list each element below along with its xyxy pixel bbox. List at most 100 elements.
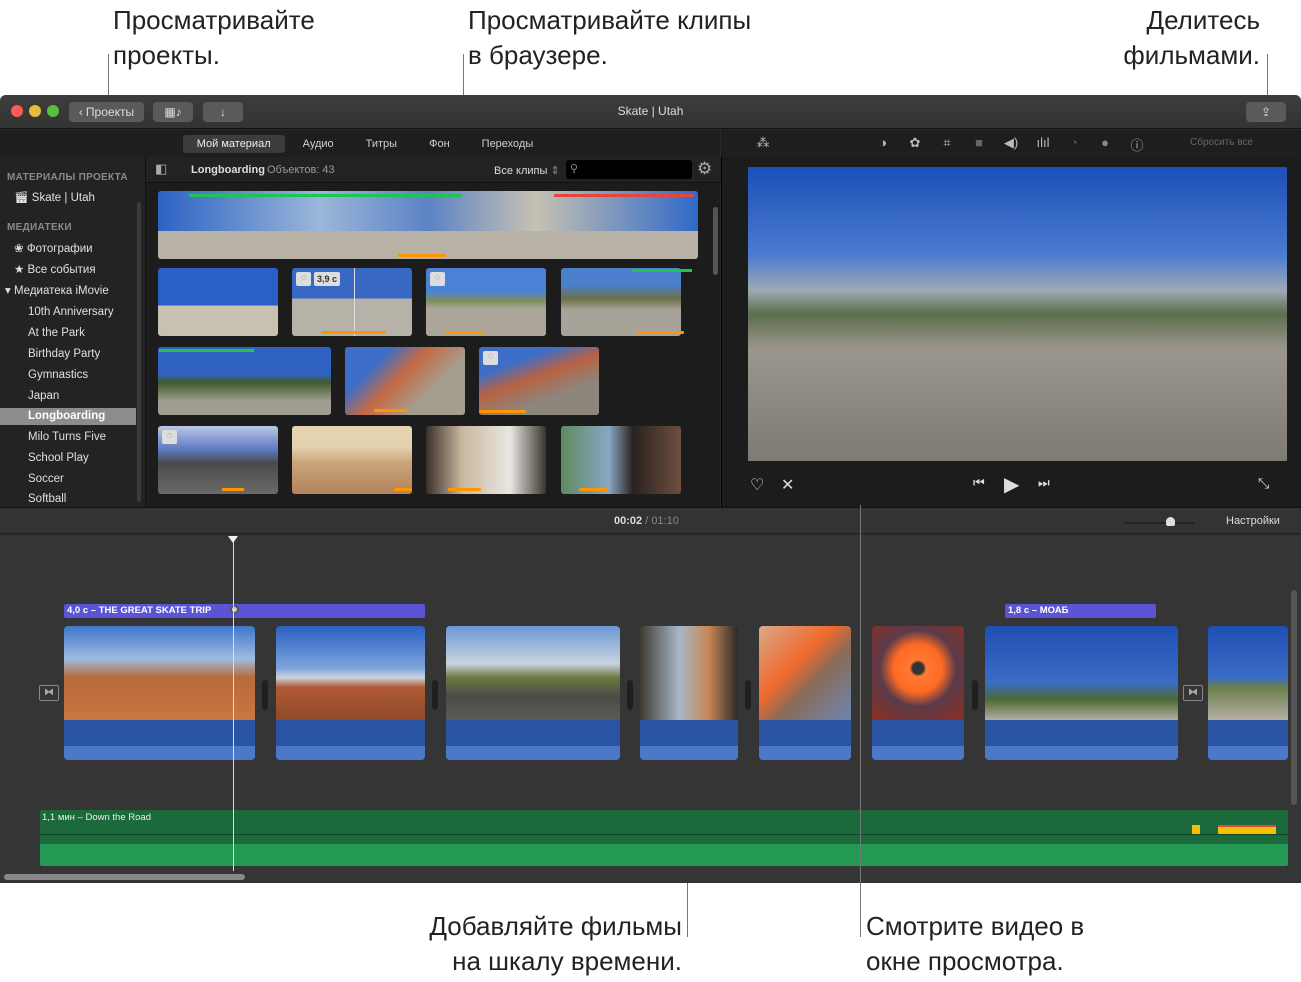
sidebar-item-library[interactable]: ▾ Медиатека iMovie xyxy=(0,283,136,300)
sidebar-event[interactable]: At the Park xyxy=(0,325,136,342)
video-preview[interactable] xyxy=(748,167,1287,461)
zoom-slider-thumb[interactable] xyxy=(1165,517,1175,526)
fullscreen-icon[interactable]: ⤡ xyxy=(1258,475,1269,492)
clip-thumbnail[interactable]: ◌ xyxy=(426,268,546,336)
peak-indicator xyxy=(1192,825,1200,834)
clip-thumbnail[interactable] xyxy=(158,268,278,336)
playhead[interactable] xyxy=(233,541,234,871)
play-icon[interactable]: ▶ xyxy=(1004,472,1019,497)
timeline: 4,0 с – THE GREAT SKATE TRIP 1,8 с – МОА… xyxy=(0,535,1301,883)
updown-chevron-icon: ⇕ xyxy=(550,165,560,177)
search-input[interactable]: ⚲ xyxy=(566,160,692,179)
browser-scrollbar[interactable] xyxy=(713,207,718,275)
clip-thumbnail[interactable]: ◌ 3,9 с xyxy=(292,268,412,336)
sidebar-event-selected[interactable]: Longboarding xyxy=(0,408,136,425)
favorite-marker xyxy=(632,269,692,272)
clip-thumbnail[interactable] xyxy=(561,268,681,336)
equalizer-icon[interactable]: ılıl xyxy=(1034,135,1052,150)
clip-thumbnail[interactable]: ◌ xyxy=(158,426,278,494)
tab-titles[interactable]: Титры xyxy=(352,135,411,153)
tab-audio[interactable]: Аудио xyxy=(289,135,348,153)
video-clip[interactable] xyxy=(872,626,964,760)
share-button[interactable]: ⇪ xyxy=(1246,102,1286,122)
sidebar-event[interactable]: Milo Turns Five xyxy=(0,429,136,446)
skip-forward-icon[interactable]: ⏭ xyxy=(1038,475,1050,491)
video-clip[interactable] xyxy=(446,626,620,760)
clip-thumbnail[interactable] xyxy=(345,347,465,415)
sidebar-event[interactable]: Soccer xyxy=(0,471,136,488)
clip-thumbnail[interactable] xyxy=(426,426,546,494)
magic-wand-icon[interactable]: ⁂ xyxy=(754,135,772,151)
project-media-header: МАТЕРИАЛЫ ПРОЕКТА xyxy=(7,172,128,183)
transition-icon[interactable]: ⧓ xyxy=(1183,685,1203,701)
video-clip[interactable] xyxy=(64,626,255,760)
playhead-marker-icon[interactable] xyxy=(228,536,238,543)
video-clip[interactable] xyxy=(640,626,738,760)
peak-indicator xyxy=(1218,825,1276,834)
reset-all-button[interactable]: Сбросить все xyxy=(1190,137,1253,148)
sidebar-toggle-icon[interactable]: ◧ xyxy=(155,161,167,177)
video-clip[interactable] xyxy=(759,626,851,760)
sidebar-event[interactable]: 10th Anniversary xyxy=(0,304,136,321)
clip-thumbnail[interactable]: ◌ xyxy=(479,347,599,415)
tab-backgrounds[interactable]: Фон xyxy=(415,135,464,153)
clip-thumbnail[interactable] xyxy=(158,191,698,259)
clip-filter-select[interactable]: Все клипы ⇕ xyxy=(494,164,560,177)
volume-icon[interactable]: ◀) xyxy=(1002,135,1020,151)
sidebar-event[interactable]: Softball xyxy=(0,491,136,508)
music-clip[interactable]: 1,1 мин – Down the Road xyxy=(40,810,1288,866)
color-balance-icon[interactable]: ◑ xyxy=(874,135,892,150)
sidebar-event[interactable]: Japan xyxy=(0,388,136,405)
crop-icon[interactable]: ⌗ xyxy=(938,135,956,151)
rejected-marker xyxy=(554,194,694,197)
transition-icon[interactable]: ⧓ xyxy=(39,685,59,701)
sidebar-item-project[interactable]: 🎬︎ Skate | Utah xyxy=(0,190,136,207)
gear-icon[interactable]: ⚙ xyxy=(697,159,712,179)
libraries-header: МЕДИАТЕКИ xyxy=(7,222,72,233)
tab-transitions[interactable]: Переходы xyxy=(468,135,548,153)
disclosure-triangle-icon[interactable]: ▾ xyxy=(5,285,14,297)
clip-image xyxy=(985,626,1178,720)
viewer-toolbar: ⁂ ◑ ✿ ⌗ ■ ◀) ılıl ◔ ● ⓘ Сбросить все xyxy=(721,130,1301,157)
callout-projects: Просматривайте проекты. xyxy=(113,5,315,70)
browser-bar: ◧ Longboarding Объектов: 43 Все клипы ⇕ … xyxy=(146,157,721,183)
speed-icon[interactable]: ◔ xyxy=(1065,135,1083,150)
video-clip[interactable] xyxy=(276,626,425,760)
playhead-handle[interactable] xyxy=(230,605,239,614)
title-clip[interactable]: 1,8 с – МОАБ xyxy=(1005,604,1156,618)
sidebar-scrollbar[interactable] xyxy=(137,202,141,502)
audio-waveform xyxy=(872,720,964,760)
sidebar-event[interactable]: Birthday Party xyxy=(0,346,136,363)
video-clip[interactable] xyxy=(1208,626,1288,760)
settings-button[interactable]: Настройки xyxy=(1226,515,1280,527)
callout-browser: Просматривайте клипы в браузере. xyxy=(468,5,752,70)
info-icon[interactable]: ⓘ xyxy=(1128,135,1146,154)
share-icon: ⇪ xyxy=(1260,105,1272,119)
sidebar-item-all-events[interactable]: ★ Все события xyxy=(0,262,136,279)
title-bar: ‹ Проекты ▦♪ ↓ Skate | Utah ⇪ xyxy=(0,95,1301,129)
sidebar-event[interactable]: School Play xyxy=(0,450,136,467)
timeline-horizontal-scrollbar[interactable] xyxy=(4,874,245,880)
skip-back-icon[interactable]: ⏮ xyxy=(973,475,985,491)
favorite-heart-icon[interactable]: ♡ xyxy=(750,475,764,495)
stabilization-icon[interactable]: ■ xyxy=(970,135,988,150)
video-clip[interactable] xyxy=(985,626,1178,760)
reject-icon[interactable]: ✕ xyxy=(781,475,794,495)
audio-waveform xyxy=(276,720,425,760)
volume-line[interactable] xyxy=(40,834,1288,835)
used-marker xyxy=(579,488,607,491)
clip-thumbnail[interactable] xyxy=(158,347,331,415)
color-correction-icon[interactable]: ✿ xyxy=(906,135,924,151)
filter-icon[interactable]: ● xyxy=(1096,135,1114,150)
sidebar-item-photos[interactable]: ❀ Фотографии xyxy=(0,241,136,258)
title-clip[interactable]: 4,0 с – THE GREAT SKATE TRIP xyxy=(64,604,425,618)
used-marker xyxy=(446,331,486,334)
zoom-slider[interactable] xyxy=(1124,517,1194,526)
tab-my-media[interactable]: Мой материал xyxy=(182,134,285,153)
sidebar-event[interactable]: Gymnastics xyxy=(0,367,136,384)
clip-thumbnail[interactable] xyxy=(561,426,681,494)
timeline-bar: 00:02 / 01:10 Настройки xyxy=(0,507,1301,534)
clip-thumbnail[interactable] xyxy=(292,426,412,494)
timeline-vertical-scrollbar[interactable] xyxy=(1291,590,1297,805)
event-name: Longboarding xyxy=(191,164,265,176)
